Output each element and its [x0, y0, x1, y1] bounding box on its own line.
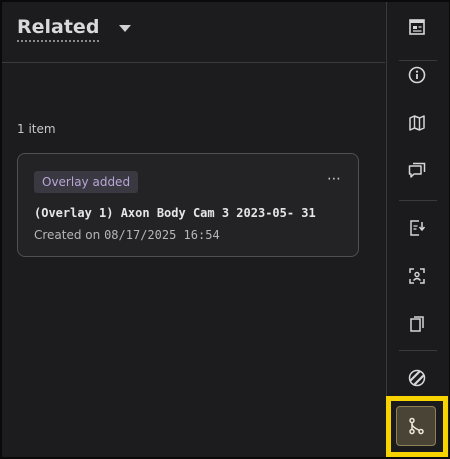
active-highlight	[386, 396, 448, 457]
item-count: 1 item	[17, 122, 56, 136]
related-item-card[interactable]: Overlay added ⋯ (Overlay 1) Axon Body Ca…	[17, 153, 359, 257]
caret-down-icon	[119, 24, 132, 32]
details-icon[interactable]	[403, 13, 431, 41]
copies-icon[interactable]	[403, 310, 431, 338]
info-icon[interactable]	[403, 61, 431, 89]
redaction-icon[interactable]	[403, 364, 431, 392]
related-icon[interactable]	[396, 406, 436, 446]
created-timestamp: 08/17/2025 16:54	[104, 228, 220, 242]
related-panel: Related 1 item Overlay added ⋯ (Overlay …	[2, 2, 385, 457]
comments-icon[interactable]	[403, 157, 431, 185]
item-title[interactable]: (Overlay 1) Axon Body Cam 3 2023-05- 31	[34, 206, 316, 220]
status-badge: Overlay added	[34, 171, 139, 193]
rail-divider	[399, 200, 437, 201]
rail-divider	[399, 350, 437, 351]
map-icon[interactable]	[403, 109, 431, 137]
right-tool-rail	[386, 2, 449, 457]
panel-header: Related	[2, 2, 385, 63]
more-options-icon[interactable]: ⋯	[327, 172, 342, 186]
created-prefix: Created on	[34, 228, 105, 242]
item-created: Created on 08/17/2025 16:54	[34, 228, 220, 242]
transcript-icon[interactable]	[403, 214, 431, 242]
related-dropdown[interactable]: Related	[17, 16, 132, 42]
person-detect-icon[interactable]	[403, 262, 431, 290]
panel-title: Related	[17, 16, 100, 42]
